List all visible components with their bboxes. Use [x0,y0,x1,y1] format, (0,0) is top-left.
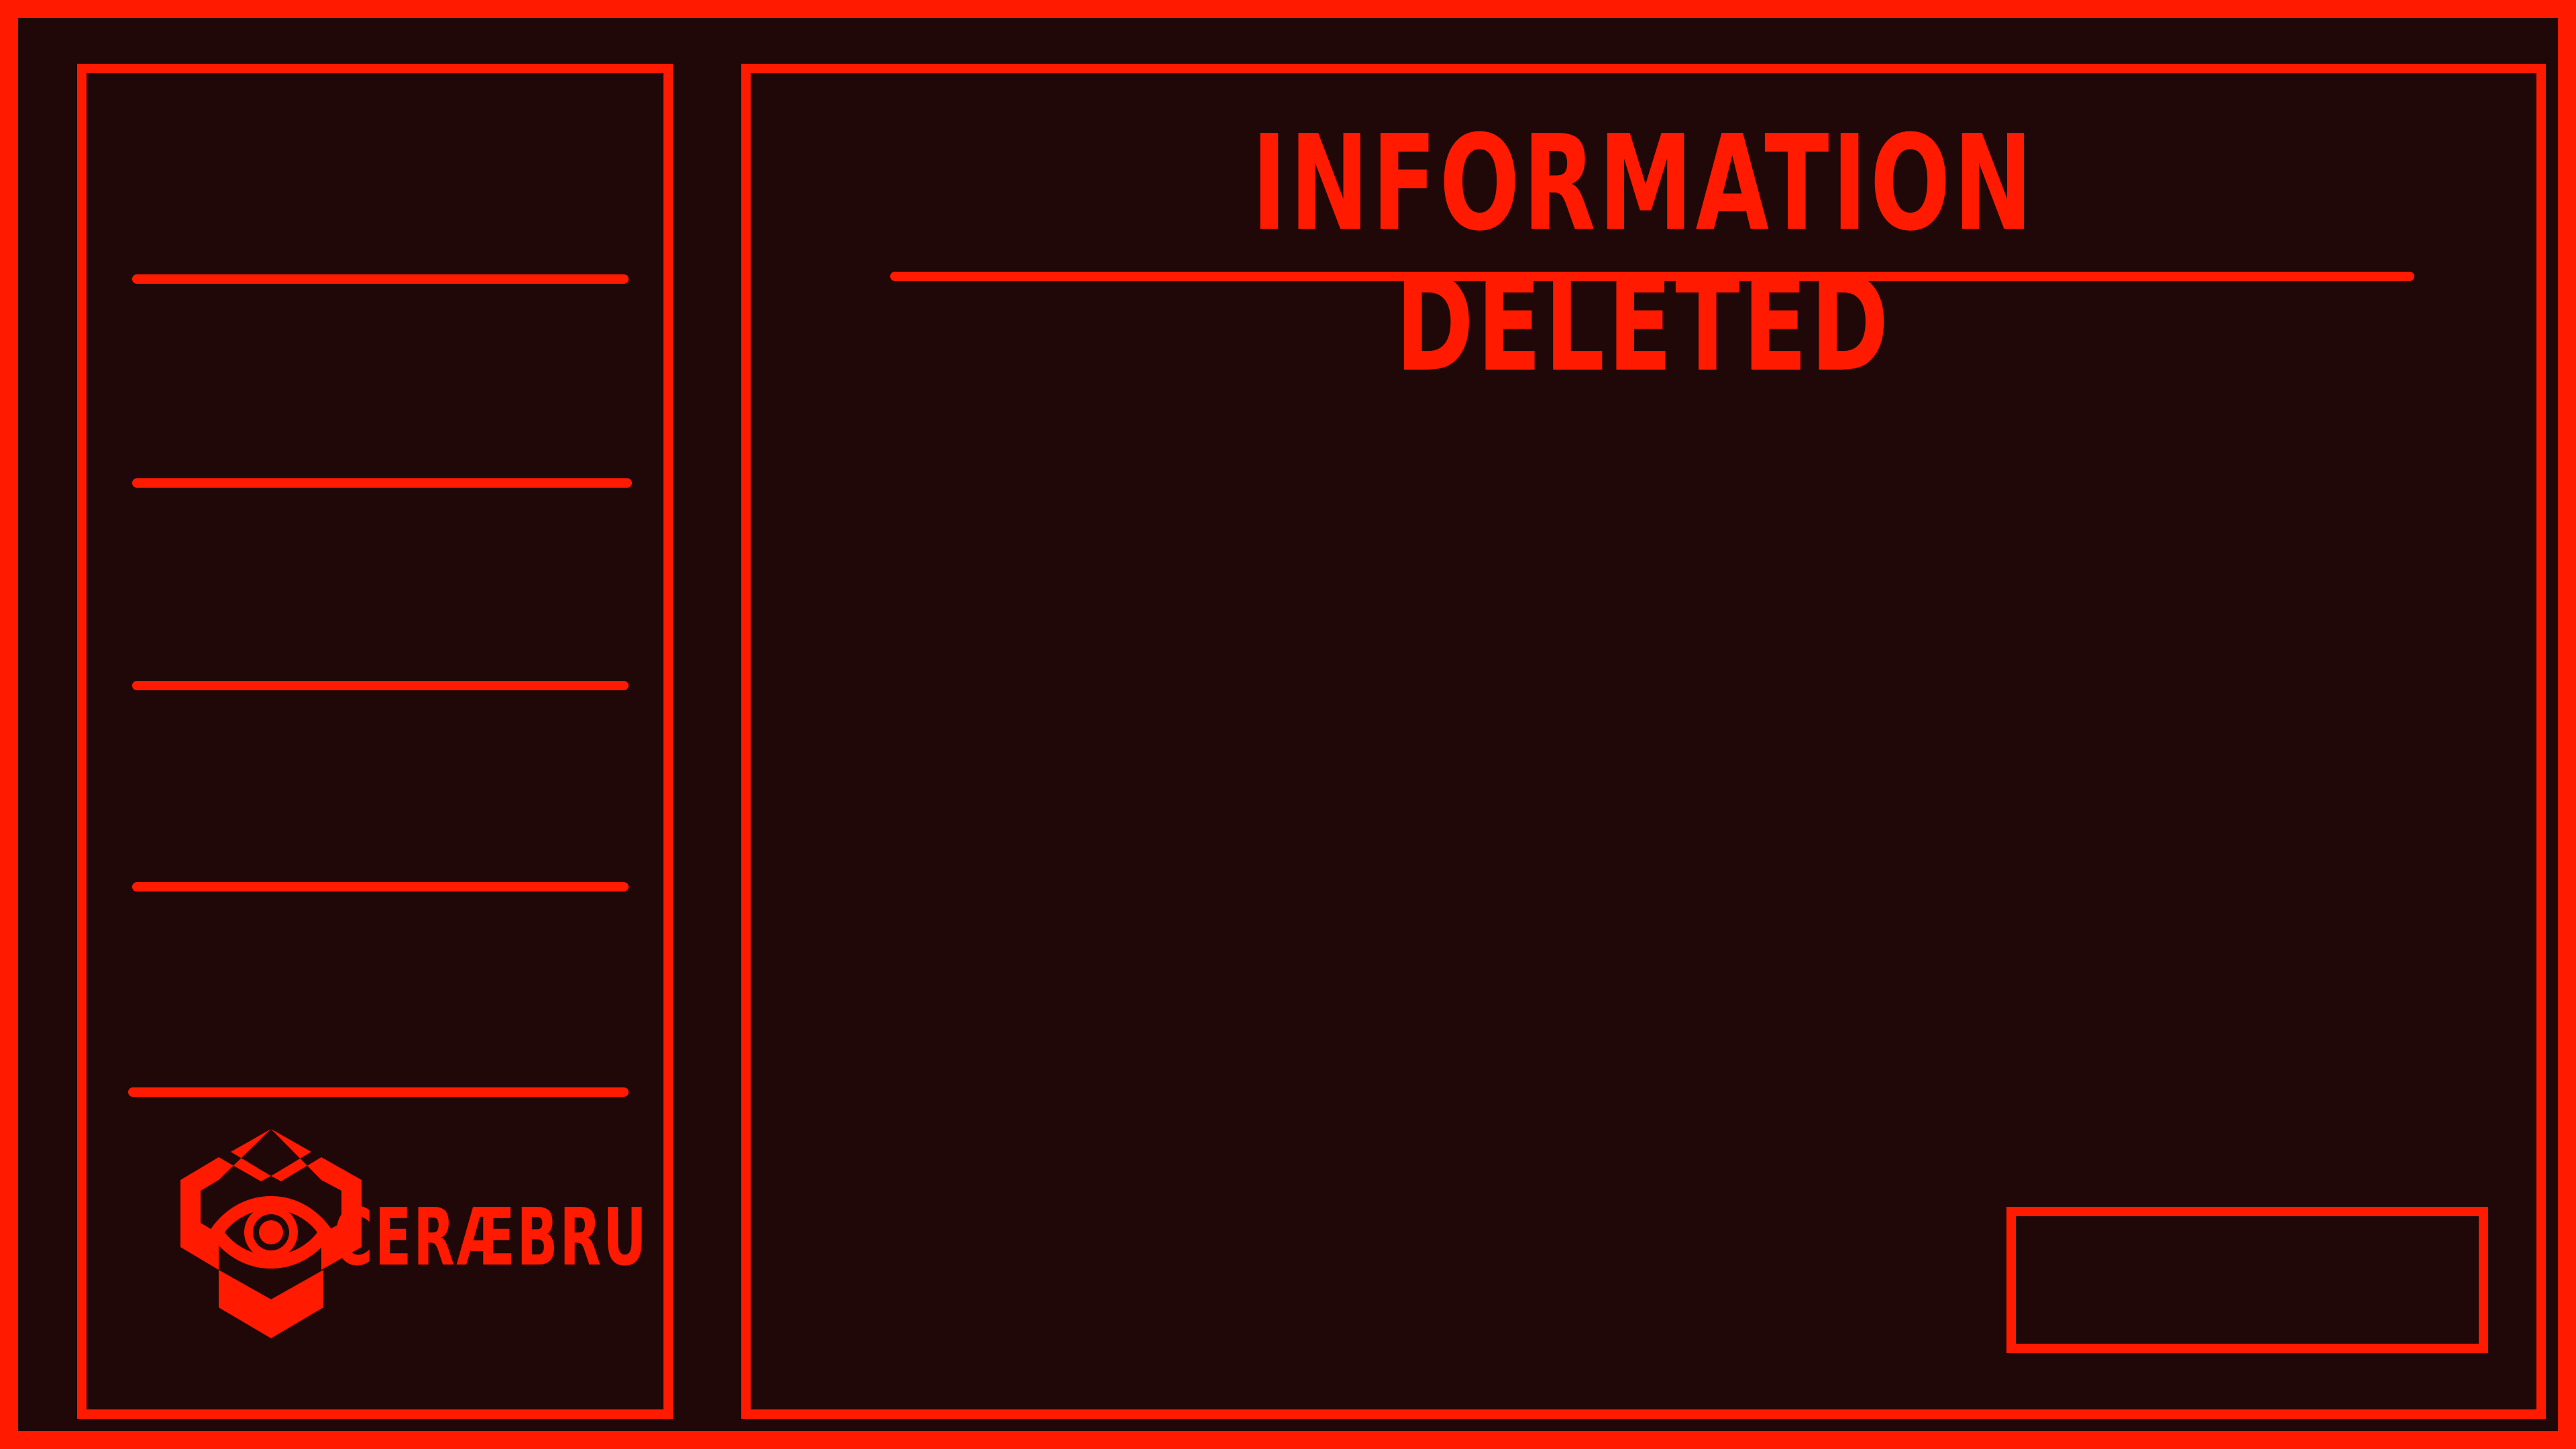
page-title: INFORMATION DELETED [1251,107,2036,401]
main-panel: INFORMATION DELETED [741,64,2546,1419]
brand-logo: CERÆBRU [87,73,663,1409]
app-screen: CERÆBRU INFORMATION DELETED [0,0,2576,1449]
sidebar-panel: CERÆBRU [77,64,673,1419]
brand-name: CERÆBRU [333,1191,649,1283]
action-button[interactable] [2006,1207,2488,1353]
title-underline [890,272,2414,281]
